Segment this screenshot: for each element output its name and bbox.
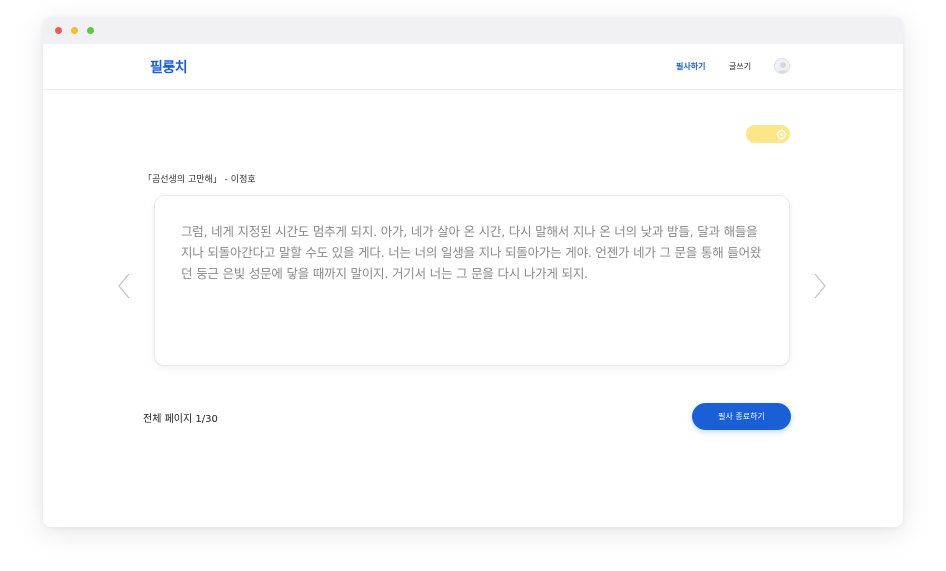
settings-toggle[interactable] — [746, 125, 790, 143]
finish-transcribe-button[interactable]: 필사 종료하기 — [692, 403, 791, 430]
site-header: 필룽치 필사하기 글쓰기 — [43, 44, 903, 90]
close-window-dot[interactable] — [55, 27, 62, 34]
passage-text: 그럼, 네게 지정된 시간도 멈추게 되지. 아가, 네가 살아 온 시간, 다… — [181, 224, 762, 281]
maximize-window-dot[interactable] — [87, 27, 94, 34]
user-avatar-icon[interactable] — [774, 58, 790, 74]
chevron-left-icon[interactable] — [115, 272, 135, 300]
passage-source: 「곰선생의 고만해」 - 이정호 — [143, 175, 256, 185]
site-logo[interactable]: 필룽치 — [150, 57, 188, 77]
minimize-window-dot[interactable] — [71, 27, 78, 34]
page-counter: 전체 페이지 1/30 — [143, 414, 218, 425]
window-titlebar — [43, 17, 903, 44]
passage-card: 그럼, 네게 지정된 시간도 멈추게 되지. 아가, 네가 살아 온 시간, 다… — [154, 195, 790, 366]
browser-window: 필룽치 필사하기 글쓰기 「곰선생의 고만해」 - 이정호 그럼, 네게 지정된… — [43, 17, 903, 527]
nav-item-write[interactable]: 글쓰기 — [729, 61, 751, 72]
settings-gear-icon — [774, 127, 788, 141]
chevron-right-icon[interactable] — [809, 272, 829, 300]
nav-item-transcribe[interactable]: 필사하기 — [676, 61, 705, 72]
